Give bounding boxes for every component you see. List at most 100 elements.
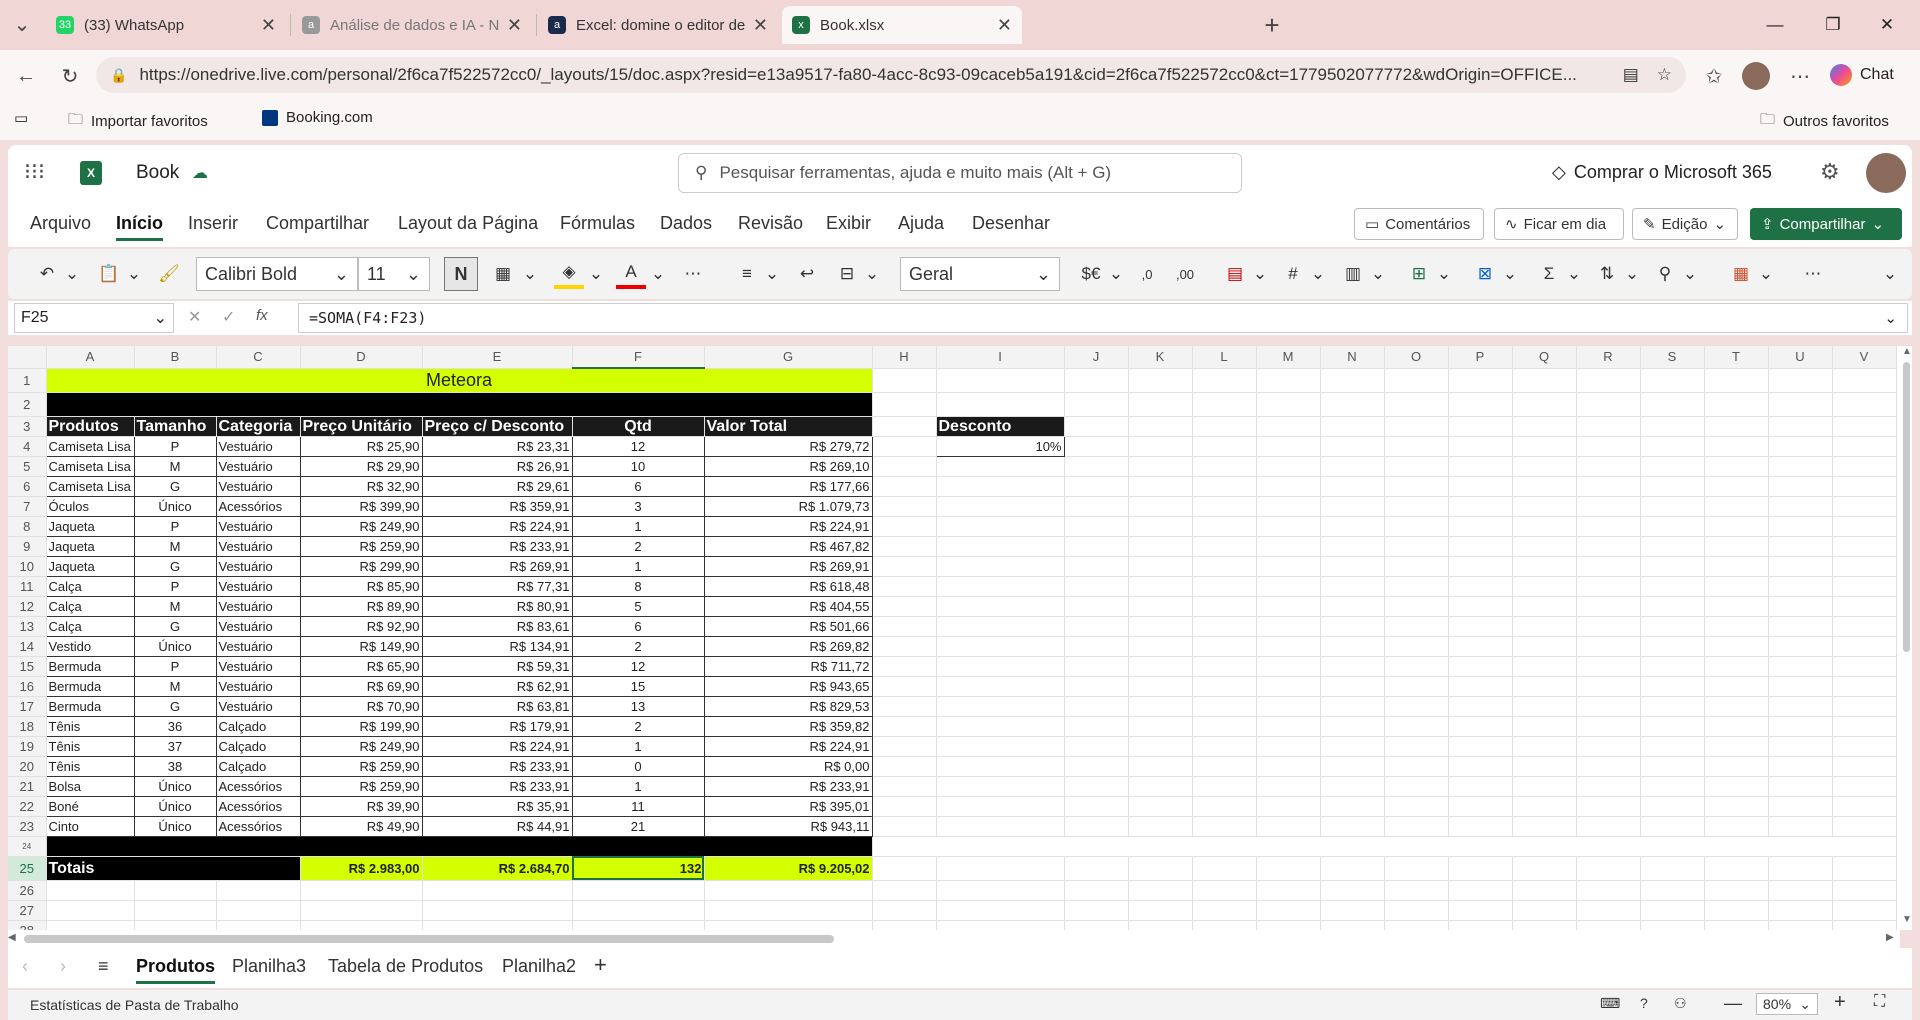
cell[interactable] [1192,900,1257,921]
data-cell[interactable]: 12 [571,435,705,457]
cell[interactable] [1704,476,1769,497]
cell[interactable] [1576,516,1641,537]
data-cell[interactable]: Vestido [45,635,135,657]
close-tab-icon[interactable]: ✕ [753,15,768,36]
data-cell[interactable]: 8 [571,575,705,597]
formula-input[interactable]: =SOMA(F4:F23) ⌄ [298,303,1908,333]
cell[interactable] [1128,920,1193,930]
cell[interactable] [1256,368,1321,393]
column-header[interactable]: E [422,346,573,369]
more-options-icon[interactable]: ⋯ [1798,259,1828,289]
cell[interactable] [1192,880,1257,901]
chevron-down-icon[interactable]: ⌄ [650,259,666,289]
cell[interactable] [1576,536,1641,557]
cell[interactable] [936,656,1065,677]
cell[interactable] [1640,616,1705,637]
cell[interactable] [1640,596,1705,617]
data-cell[interactable]: Calça [45,575,135,597]
cell[interactable] [1768,816,1833,837]
cell[interactable] [1576,696,1641,717]
cell[interactable] [1704,856,1769,881]
scroll-right-icon[interactable]: ▶ [1886,932,1894,943]
enter-check-icon[interactable]: ✓ [222,307,235,327]
cell[interactable] [1320,736,1385,757]
cell[interactable] [1320,368,1385,393]
cell[interactable] [1192,436,1257,457]
data-cell[interactable]: R$ 134,91 [421,635,573,657]
cell[interactable] [216,880,301,901]
data-cell[interactable]: R$ 269,82 [703,635,873,657]
cell[interactable] [1128,736,1193,757]
cell[interactable] [1128,856,1193,881]
totals-value-cell[interactable]: R$ 9.205,02 [704,856,873,881]
cell[interactable] [936,636,1065,657]
settings-gear-icon[interactable]: ⚙ [1820,159,1840,185]
cancel-icon[interactable]: ✕ [188,307,201,327]
data-cell[interactable]: R$ 29,61 [421,475,573,497]
cell[interactable] [1064,556,1129,577]
cell[interactable] [1256,920,1321,930]
cell[interactable] [1448,816,1513,837]
cell[interactable] [1128,392,1193,417]
cell[interactable] [1512,556,1577,577]
black-band-cell[interactable] [46,392,873,417]
cell[interactable] [1640,776,1705,797]
data-cell[interactable]: R$ 299,90 [299,555,423,577]
cell[interactable] [1384,656,1449,677]
paste-icon[interactable]: 📋 [94,259,124,289]
cell[interactable] [1384,436,1449,457]
cell[interactable] [1768,596,1833,617]
cell[interactable] [1192,516,1257,537]
cell[interactable] [1768,456,1833,477]
data-cell[interactable]: R$ 943,65 [703,675,873,697]
cell[interactable] [872,596,937,617]
cell[interactable] [1768,576,1833,597]
data-cell[interactable]: 0 [571,755,705,777]
cell[interactable] [1128,616,1193,637]
close-tab-icon[interactable]: ✕ [261,15,276,36]
data-cell[interactable]: R$ 63,81 [421,695,573,717]
data-cell[interactable]: P [133,575,217,597]
cell[interactable] [1320,796,1385,817]
more-icon[interactable]: ⋯ [1784,60,1816,92]
cell[interactable] [1512,856,1577,881]
cell[interactable] [216,920,301,930]
cell[interactable] [1128,900,1193,921]
column-header[interactable]: I [936,346,1065,369]
data-cell[interactable]: Vestuário [215,655,301,677]
cell[interactable] [1256,516,1321,537]
data-cell[interactable]: R$ 32,90 [299,475,423,497]
cell[interactable] [1448,392,1513,417]
cell[interactable] [1256,556,1321,577]
data-cell[interactable]: R$ 83,61 [421,615,573,637]
data-cell[interactable]: R$ 29,90 [299,455,423,477]
cell[interactable] [1064,716,1129,737]
row-header[interactable]: 11 [8,576,47,597]
addins-icon[interactable]: ▦ [1726,259,1756,289]
cell[interactable] [1064,416,1129,437]
cell[interactable] [1448,496,1513,517]
cell[interactable] [936,596,1065,617]
cell[interactable] [1832,756,1897,777]
cell[interactable] [1064,816,1129,837]
data-cell[interactable]: Jaqueta [45,515,135,537]
data-cell[interactable]: R$ 233,91 [703,775,873,797]
cell[interactable] [1320,636,1385,657]
row-header[interactable]: 18 [8,716,47,737]
cell[interactable] [1640,736,1705,757]
browser-tab-excel-course[interactable]: a Excel: domine o editor de planilhas ✕ [538,6,778,44]
cell[interactable] [1256,900,1321,921]
cell[interactable] [1192,392,1257,417]
cell[interactable] [216,900,301,921]
cell[interactable] [1640,368,1705,393]
merge-icon[interactable]: ⊟ [832,259,862,289]
cell[interactable] [1512,596,1577,617]
cell[interactable] [872,796,937,817]
chevron-down-icon[interactable]: ⌄ [126,259,142,289]
column-header[interactable]: B [134,346,217,369]
row-header[interactable]: 8 [8,516,47,537]
cell[interactable] [1064,368,1129,393]
new-tab-icon[interactable]: + [1256,9,1288,41]
cell[interactable] [1384,880,1449,901]
format-painter-icon[interactable]: 🖌 [156,259,182,289]
